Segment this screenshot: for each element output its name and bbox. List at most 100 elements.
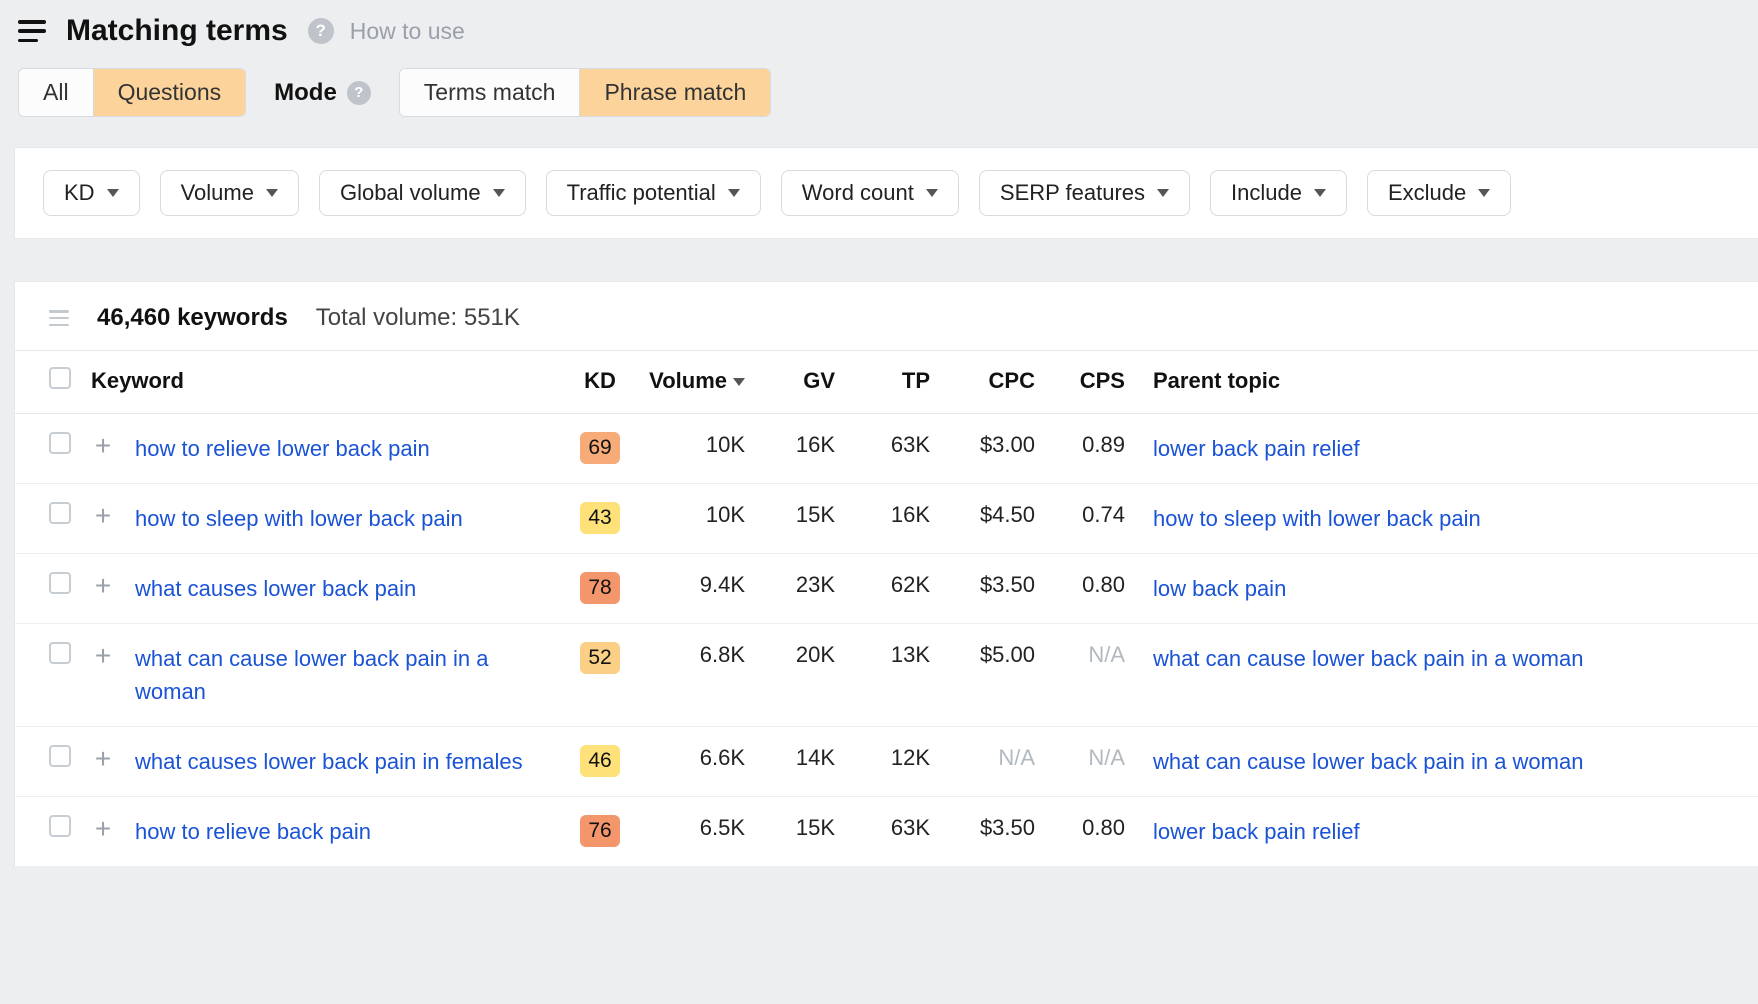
- col-gv[interactable]: GV: [755, 351, 845, 414]
- parent-topic-link[interactable]: what can cause lower back pain in a woma…: [1153, 642, 1583, 675]
- volume-value: 9.4K: [700, 572, 745, 597]
- gv-value: 20K: [796, 642, 835, 667]
- volume-value: 10K: [706, 432, 745, 457]
- mode-toggle: Terms match Phrase match: [399, 68, 772, 117]
- cps-value: N/A: [1088, 745, 1125, 770]
- row-checkbox[interactable]: [49, 745, 71, 767]
- keyword-link[interactable]: how to relieve back pain: [135, 815, 371, 848]
- how-to-use-link[interactable]: How to use: [350, 18, 465, 45]
- keyword-link[interactable]: what causes lower back pain in females: [135, 745, 523, 778]
- chevron-down-icon: [1157, 189, 1169, 197]
- table-row: +how to sleep with lower back pain4310K1…: [15, 484, 1758, 554]
- table-row: + what can cause lower back pain in a wom…: [15, 624, 1758, 727]
- expand-icon[interactable]: +: [95, 640, 111, 671]
- gv-value: 23K: [796, 572, 835, 597]
- parent-topic-link[interactable]: low back pain: [1153, 572, 1286, 605]
- row-checkbox[interactable]: [49, 502, 71, 524]
- cpc-value: $3.00: [980, 432, 1035, 457]
- cps-value: 0.89: [1082, 432, 1125, 457]
- row-checkbox[interactable]: [49, 572, 71, 594]
- filters-panel: KD Volume Global volume Traffic potentia…: [14, 147, 1758, 239]
- kd-badge: 78: [580, 572, 620, 604]
- col-kd[interactable]: KD: [565, 351, 635, 414]
- expand-icon[interactable]: +: [95, 743, 111, 774]
- parent-topic-link[interactable]: how to sleep with lower back pain: [1153, 502, 1481, 535]
- filter-word-count[interactable]: Word count: [781, 170, 959, 216]
- gv-value: 14K: [796, 745, 835, 770]
- volume-value: 6.5K: [700, 815, 745, 840]
- cps-value: 0.80: [1082, 815, 1125, 840]
- menu-icon[interactable]: [18, 20, 46, 42]
- filter-global-volume[interactable]: Global volume: [319, 170, 526, 216]
- chevron-down-icon: [1314, 189, 1326, 197]
- chevron-down-icon: [1478, 189, 1490, 197]
- col-volume[interactable]: Volume: [635, 351, 755, 414]
- filter-traffic-potential[interactable]: Traffic potential: [546, 170, 761, 216]
- tp-value: 63K: [891, 815, 930, 840]
- expand-icon[interactable]: +: [95, 430, 111, 461]
- gv-value: 15K: [796, 502, 835, 527]
- volume-value: 10K: [706, 502, 745, 527]
- col-cps[interactable]: CPS: [1045, 351, 1135, 414]
- select-all-checkbox[interactable]: [49, 367, 71, 389]
- keyword-link[interactable]: how to relieve lower back pain: [135, 432, 430, 465]
- tp-value: 12K: [891, 745, 930, 770]
- tp-value: 16K: [891, 502, 930, 527]
- type-all[interactable]: All: [19, 69, 93, 116]
- help-icon[interactable]: ?: [308, 18, 334, 44]
- volume-value: 6.8K: [700, 642, 745, 667]
- row-checkbox[interactable]: [49, 815, 71, 837]
- page-title: Matching terms: [66, 14, 288, 48]
- tp-value: 13K: [891, 642, 930, 667]
- filter-volume[interactable]: Volume: [160, 170, 299, 216]
- mode-label: Mode ?: [274, 79, 371, 107]
- filter-include[interactable]: Include: [1210, 170, 1347, 216]
- cps-value: 0.74: [1082, 502, 1125, 527]
- chevron-down-icon: [926, 189, 938, 197]
- mode-phrase[interactable]: Phrase match: [579, 69, 770, 116]
- filter-exclude[interactable]: Exclude: [1367, 170, 1511, 216]
- gv-value: 15K: [796, 815, 835, 840]
- keyword-link[interactable]: how to sleep with lower back pain: [135, 502, 463, 535]
- chevron-down-icon: [493, 189, 505, 197]
- cpc-value: $3.50: [980, 815, 1035, 840]
- keywords-count: 46,460 keywords: [97, 304, 288, 332]
- cpc-value: $3.50: [980, 572, 1035, 597]
- mode-help-icon[interactable]: ?: [347, 81, 371, 105]
- cps-value: 0.80: [1082, 572, 1125, 597]
- total-volume: Total volume: 551K: [316, 304, 520, 332]
- row-checkbox[interactable]: [49, 642, 71, 664]
- table-row: +how to relieve lower back pain6910K16K6…: [15, 414, 1758, 484]
- chevron-down-icon: [266, 189, 278, 197]
- cpc-value: N/A: [998, 745, 1035, 770]
- table-row: +what causes lower back pain789.4K23K62K…: [15, 554, 1758, 624]
- kd-badge: 76: [580, 815, 620, 847]
- cpc-value: $5.00: [980, 642, 1035, 667]
- list-settings-icon[interactable]: [49, 310, 69, 326]
- kd-badge: 46: [580, 745, 620, 777]
- col-parent[interactable]: Parent topic: [1135, 351, 1758, 414]
- volume-value: 6.6K: [700, 745, 745, 770]
- expand-icon[interactable]: +: [95, 570, 111, 601]
- filters-bar: KD Volume Global volume Traffic potentia…: [15, 148, 1758, 239]
- mode-terms[interactable]: Terms match: [400, 69, 580, 116]
- parent-topic-link[interactable]: what can cause lower back pain in a woma…: [1153, 745, 1583, 778]
- filter-kd[interactable]: KD: [43, 170, 140, 216]
- results-panel: 46,460 keywords Total volume: 551K Keywo…: [14, 281, 1758, 867]
- kd-badge: 69: [580, 432, 620, 464]
- keyword-link[interactable]: what can cause lower back pain in a woma…: [135, 642, 555, 708]
- col-keyword[interactable]: Keyword: [81, 351, 565, 414]
- parent-topic-link[interactable]: lower back pain relief: [1153, 432, 1360, 465]
- summary-row: 46,460 keywords Total volume: 551K: [15, 282, 1758, 350]
- filter-serp-features[interactable]: SERP features: [979, 170, 1190, 216]
- tp-value: 63K: [891, 432, 930, 457]
- col-cpc[interactable]: CPC: [940, 351, 1045, 414]
- type-questions[interactable]: Questions: [93, 69, 246, 116]
- chevron-down-icon: [107, 189, 119, 197]
- row-checkbox[interactable]: [49, 432, 71, 454]
- expand-icon[interactable]: +: [95, 500, 111, 531]
- keyword-link[interactable]: what causes lower back pain: [135, 572, 416, 605]
- col-tp[interactable]: TP: [845, 351, 940, 414]
- expand-icon[interactable]: +: [95, 813, 111, 844]
- parent-topic-link[interactable]: lower back pain relief: [1153, 815, 1360, 848]
